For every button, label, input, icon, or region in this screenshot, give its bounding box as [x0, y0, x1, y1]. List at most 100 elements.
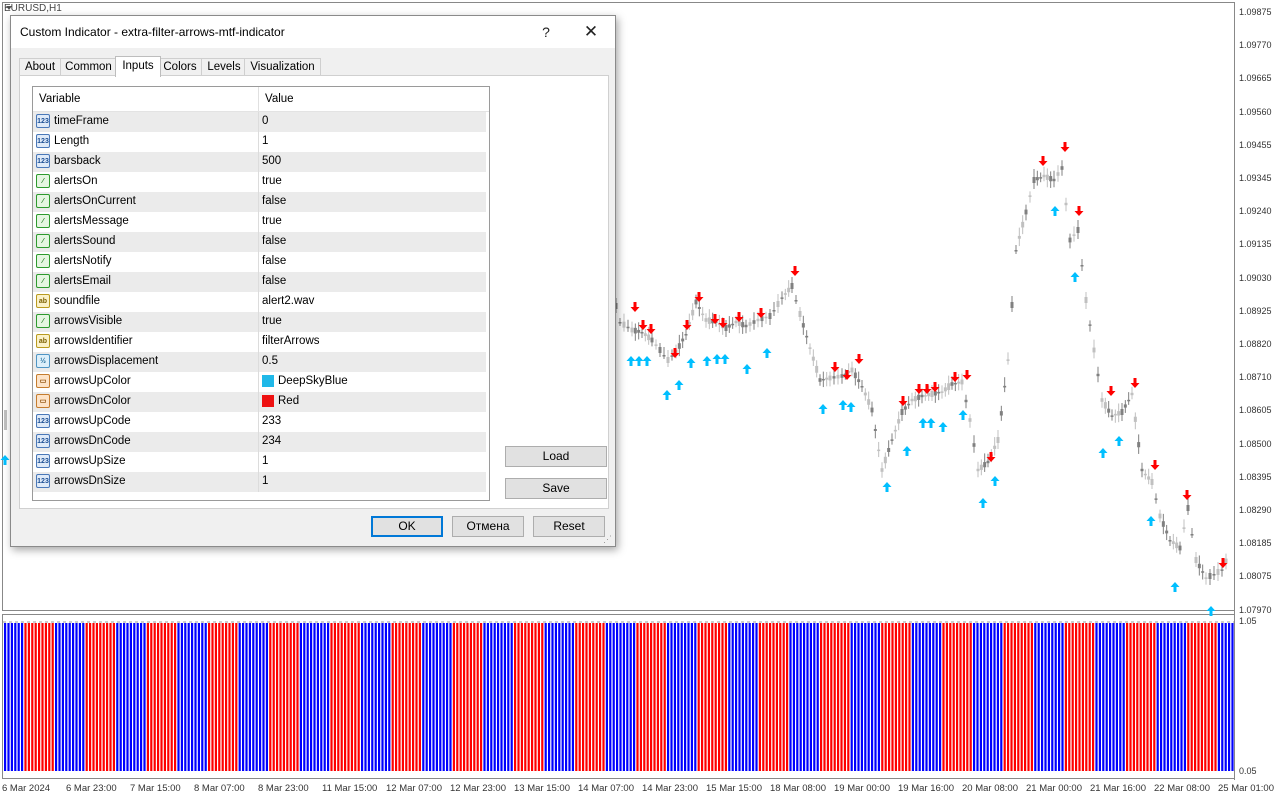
candle-body: [815, 365, 819, 373]
candle-body: [1014, 250, 1018, 252]
param-value[interactable]: 1: [262, 455, 268, 467]
param-name: arrowsUpCode: [54, 415, 131, 427]
histogram-bar: [418, 623, 421, 771]
param-value[interactable]: 0.5: [262, 355, 278, 367]
candle-body: [870, 407, 874, 413]
dialog-titlebar[interactable]: Custom Indicator - extra-filter-arrows-m…: [11, 16, 615, 48]
help-button[interactable]: ?: [526, 19, 566, 45]
candle-body: [1150, 479, 1154, 485]
resize-grip-icon[interactable]: ⋰: [603, 534, 613, 544]
param-row-alertsEmail[interactable]: ⁄ alertsEmail false: [33, 272, 486, 293]
candle-body: [1143, 473, 1147, 476]
param-row-alertsSound[interactable]: ⁄ alertsSound false: [33, 232, 486, 253]
tab-common[interactable]: Common: [60, 58, 117, 76]
cancel-button[interactable]: Отмена: [452, 516, 524, 537]
param-value[interactable]: filterArrows: [262, 335, 320, 347]
param-value[interactable]: Red: [278, 395, 299, 407]
param-value[interactable]: 1: [262, 475, 268, 487]
up-arrow-icon: [1146, 516, 1156, 526]
param-row-arrowsVisible[interactable]: ⁄ arrowsVisible true: [33, 312, 486, 333]
param-value[interactable]: false: [262, 195, 286, 207]
histogram-bar: [248, 623, 251, 771]
candle-body: [1084, 297, 1088, 303]
column-header-value[interactable]: Value: [265, 93, 294, 105]
param-value[interactable]: 233: [262, 415, 281, 427]
candle-body: [883, 456, 887, 464]
param-value[interactable]: true: [262, 215, 282, 227]
down-arrow-icon: [898, 396, 908, 406]
histogram-bar: [330, 623, 333, 771]
tab-colors[interactable]: Colors: [158, 58, 202, 76]
tab-inputs[interactable]: Inputs: [115, 56, 161, 77]
save-button[interactable]: Save: [505, 478, 607, 499]
candle-body: [1137, 442, 1141, 448]
histogram-bar: [1146, 623, 1149, 771]
ok-button[interactable]: OK: [371, 516, 443, 537]
param-row-arrowsIdentifier[interactable]: ab arrowsIdentifier filterArrows: [33, 332, 486, 353]
tab-levels[interactable]: Levels: [201, 58, 247, 76]
histogram-bar: [1129, 623, 1132, 771]
candle-body: [1032, 177, 1036, 183]
tab-visualization[interactable]: Visualization: [244, 58, 321, 76]
histogram-bar: [354, 623, 357, 771]
histogram-bar: [252, 623, 255, 771]
param-row-arrowsUpSize[interactable]: 123 arrowsUpSize 1: [33, 452, 486, 473]
histogram-bar: [507, 623, 510, 771]
histogram-bar: [979, 623, 982, 771]
param-row-alertsMessage[interactable]: ⁄ alertsMessage true: [33, 212, 486, 233]
param-row-alertsOnCurrent[interactable]: ⁄ alertsOnCurrent false: [33, 192, 486, 213]
param-row-timeFrame[interactable]: 123 timeFrame 0: [33, 112, 486, 133]
param-row-arrowsUpCode[interactable]: 123 arrowsUpCode 233: [33, 412, 486, 433]
candle-body: [853, 372, 857, 379]
param-value[interactable]: DeepSkyBlue: [278, 375, 348, 387]
param-value[interactable]: 234: [262, 435, 281, 447]
candle-body: [1021, 221, 1025, 228]
param-row-arrowsDnSize[interactable]: 123 arrowsDnSize 1: [33, 472, 486, 493]
histogram-bar: [174, 623, 177, 771]
param-row-Length[interactable]: 123 Length 1: [33, 132, 486, 153]
inputs-grid[interactable]: Variable Value 123 timeFrame 0 123 Length 1 12…: [32, 86, 490, 501]
param-value[interactable]: false: [262, 255, 286, 267]
histogram-bar: [197, 623, 200, 771]
candle-body: [1178, 545, 1182, 551]
param-row-barsback[interactable]: 123 barsback 500: [33, 152, 486, 173]
candle-body: [828, 375, 832, 381]
param-row-arrowsUpColor[interactable]: ▭ arrowsUpColor DeepSkyBlue: [33, 372, 486, 393]
close-icon[interactable]: ✕: [571, 19, 611, 45]
param-value[interactable]: false: [262, 235, 286, 247]
color-swatch: [262, 375, 274, 387]
param-row-soundfile[interactable]: ab soundfile alert2.wav: [33, 292, 486, 313]
histogram-bar: [894, 623, 897, 771]
reset-button[interactable]: Reset: [533, 516, 605, 537]
param-value[interactable]: alert2.wav: [262, 295, 314, 307]
param-value[interactable]: true: [262, 315, 282, 327]
price-tick-label: 1.08925: [1239, 305, 1272, 316]
column-header-variable[interactable]: Variable: [39, 93, 80, 105]
histogram-bar: [21, 623, 24, 771]
param-row-arrowsDisplacement[interactable]: ½ arrowsDisplacement 0.5: [33, 352, 486, 373]
param-row-alertsOn[interactable]: ⁄ alertsOn true: [33, 172, 486, 193]
param-row-arrowsDnColor[interactable]: ▭ arrowsDnColor Red: [33, 392, 486, 413]
histogram-bar: [918, 623, 921, 771]
histogram-bar: [350, 623, 353, 771]
candle-body: [801, 323, 805, 328]
histogram-bar: [497, 623, 500, 771]
candle-body: [654, 344, 658, 346]
histogram-bar: [711, 623, 714, 771]
param-value[interactable]: false: [262, 275, 286, 287]
histogram-bar: [340, 623, 343, 771]
param-value[interactable]: true: [262, 175, 282, 187]
load-button[interactable]: Load: [505, 446, 607, 467]
param-row-arrowsDnCode[interactable]: 123 arrowsDnCode 234: [33, 432, 486, 453]
param-row-alertsNotify[interactable]: ⁄ alertsNotify false: [33, 252, 486, 273]
down-arrow-icon: [1150, 460, 1160, 470]
param-value[interactable]: 500: [262, 155, 281, 167]
candle-body: [798, 311, 802, 317]
time-tick-label: 18 Mar 08:00: [770, 783, 826, 794]
param-value[interactable]: 0: [262, 115, 268, 127]
param-value[interactable]: 1: [262, 135, 268, 147]
candle-body: [917, 394, 921, 400]
histogram-bar: [605, 623, 608, 771]
tab-about[interactable]: About: [19, 58, 61, 76]
histogram-bar: [1211, 623, 1214, 771]
